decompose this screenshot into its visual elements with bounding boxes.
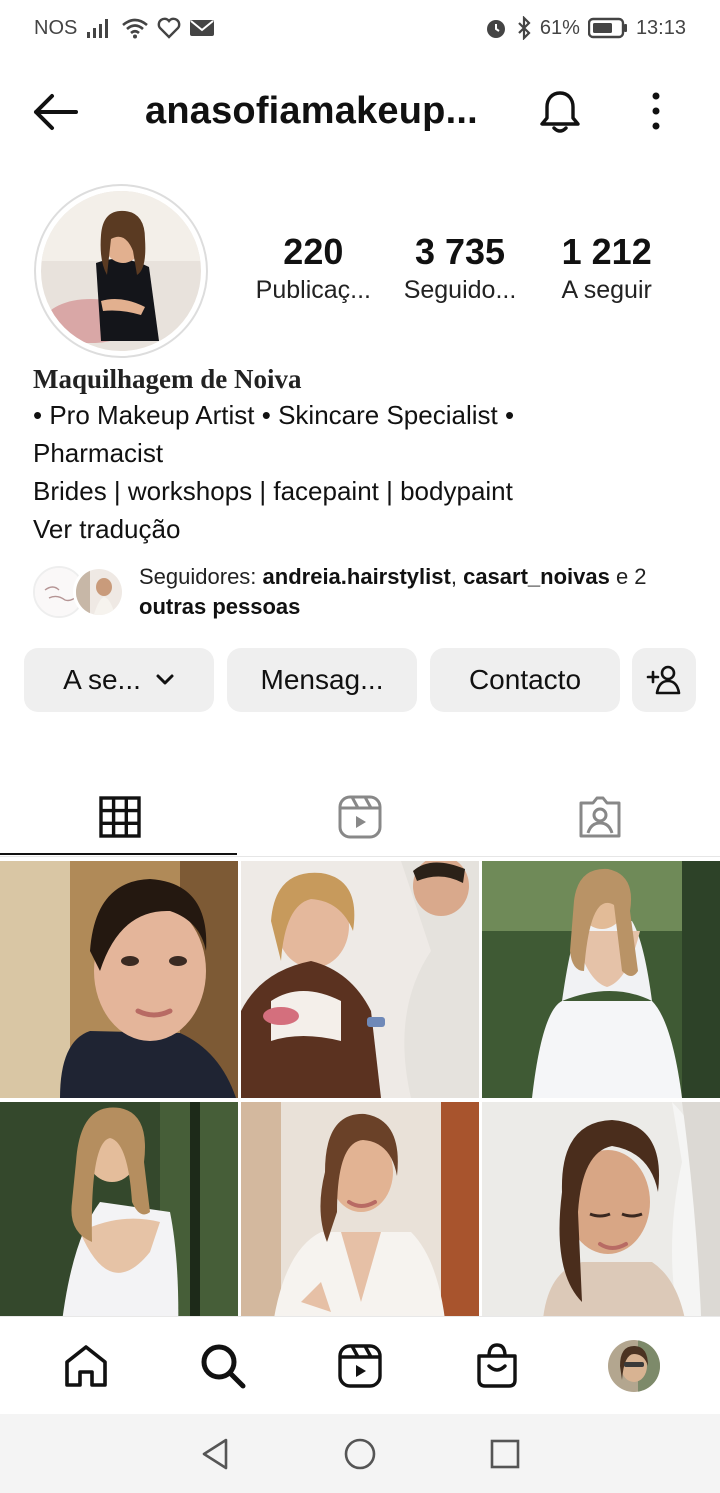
bluetooth-icon (518, 16, 531, 40)
bio-name: Maquilhagem de Noiva (33, 364, 302, 394)
notifications-button[interactable] (536, 88, 584, 136)
stat-value: 1 212 (561, 231, 652, 272)
follower-link[interactable]: andreia.hairstylist (263, 564, 451, 589)
post-grid (0, 861, 720, 1339)
tab-divider (0, 856, 720, 857)
grid-icon (99, 796, 141, 838)
avatar (607, 1339, 660, 1392)
profile-bio: Maquilhagem de Noiva • Pro Makeup Artist… (33, 362, 693, 548)
mail-icon (190, 20, 215, 36)
tab-reels[interactable] (240, 776, 480, 858)
following-button[interactable]: A se... (24, 648, 214, 712)
stat-followers[interactable]: 3 735 Seguido... (387, 230, 534, 305)
chevron-down-icon (156, 674, 174, 685)
post-thumbnail[interactable] (0, 861, 238, 1098)
stat-label: Seguido... (403, 276, 517, 304)
tab-tagged[interactable] (480, 776, 720, 858)
arrow-left-icon (34, 94, 78, 130)
clock: 13:13 (635, 16, 686, 39)
profile-avatar[interactable] (34, 184, 208, 358)
more-vertical-icon (652, 92, 660, 130)
add-user-icon (646, 665, 681, 695)
message-button[interactable]: Mensag... (227, 648, 417, 712)
page-title: anasofiamakeup... (145, 90, 478, 132)
more-options-button[interactable] (636, 90, 676, 134)
reels-icon (338, 1343, 382, 1388)
profile-stats: 220 Publicaç... 3 735 Seguido... 1 212 A… (240, 230, 680, 305)
post-thumbnail[interactable] (241, 861, 479, 1098)
post-thumbnail[interactable] (0, 1102, 238, 1339)
status-bar: NOS 61% 13:13 (0, 0, 720, 56)
battery-icon (587, 17, 627, 39)
followers-suffix: outras pessoas (139, 594, 301, 619)
tab-posts[interactable] (0, 776, 240, 858)
contact-button[interactable]: Contacto (430, 648, 620, 712)
nav-search[interactable] (187, 1330, 259, 1402)
signal-icon (87, 19, 109, 38)
post-thumbnail[interactable] (482, 861, 720, 1098)
avatar (41, 191, 201, 351)
profile-header: anasofiamakeup... (0, 76, 720, 148)
followers-separator: , (450, 564, 464, 589)
bell-icon (540, 91, 580, 133)
heart-icon (157, 17, 181, 39)
back-triangle-icon[interactable] (198, 1436, 232, 1472)
followers-connector: e 2 (609, 564, 647, 589)
reels-icon (338, 795, 382, 839)
mutual-avatars (33, 562, 133, 618)
wifi-icon (122, 18, 149, 39)
follower-link[interactable]: casart_noivas (463, 564, 610, 589)
active-tab-indicator (0, 853, 237, 855)
stat-label: Publicaç... (255, 276, 371, 304)
stat-following[interactable]: 1 212 A seguir (533, 230, 680, 305)
nav-shop[interactable] (461, 1330, 533, 1402)
bio-line: Brides | workshops | facepaint | bodypai… (33, 476, 513, 506)
bio-line: Pharmacist (33, 438, 164, 468)
nav-profile[interactable] (598, 1330, 670, 1402)
message-label: Mensag... (260, 664, 384, 695)
battery-percent: 61% (539, 16, 580, 39)
mutual-followers-text: Seguidores: andreia.hairstylist, casart_… (139, 562, 687, 622)
nav-reels[interactable] (324, 1330, 396, 1402)
stat-label: A seguir (561, 276, 652, 304)
recents-square-icon[interactable] (488, 1437, 522, 1471)
post-thumbnail[interactable] (241, 1102, 479, 1339)
back-button[interactable] (30, 90, 82, 134)
home-circle-icon[interactable] (342, 1436, 378, 1472)
see-translation-link[interactable]: Ver tradução (33, 510, 693, 548)
stat-value: 3 735 (414, 231, 506, 272)
avatar (73, 566, 125, 618)
bottom-nav (0, 1316, 720, 1414)
home-icon (65, 1344, 108, 1387)
alarm-icon (486, 20, 505, 38)
following-label: A se... (63, 664, 141, 695)
profile-tabs (0, 776, 720, 858)
suggested-users-button[interactable] (632, 648, 696, 712)
post-thumbnail[interactable] (482, 1102, 720, 1339)
system-nav (0, 1414, 720, 1493)
shop-icon (477, 1342, 517, 1388)
search-icon (201, 1344, 246, 1388)
stat-posts[interactable]: 220 Publicaç... (240, 230, 387, 305)
carrier-label: NOS (34, 16, 78, 39)
nav-home[interactable] (50, 1330, 122, 1402)
stat-value: 220 (283, 231, 344, 272)
followers-prefix: Seguidores: (139, 564, 263, 589)
mutual-followers[interactable]: Seguidores: andreia.hairstylist, casart_… (33, 562, 720, 626)
tagged-icon (579, 796, 621, 838)
bio-line: • Pro Makeup Artist • Skincare Specialis… (33, 400, 515, 430)
contact-label: Contacto (468, 664, 582, 695)
